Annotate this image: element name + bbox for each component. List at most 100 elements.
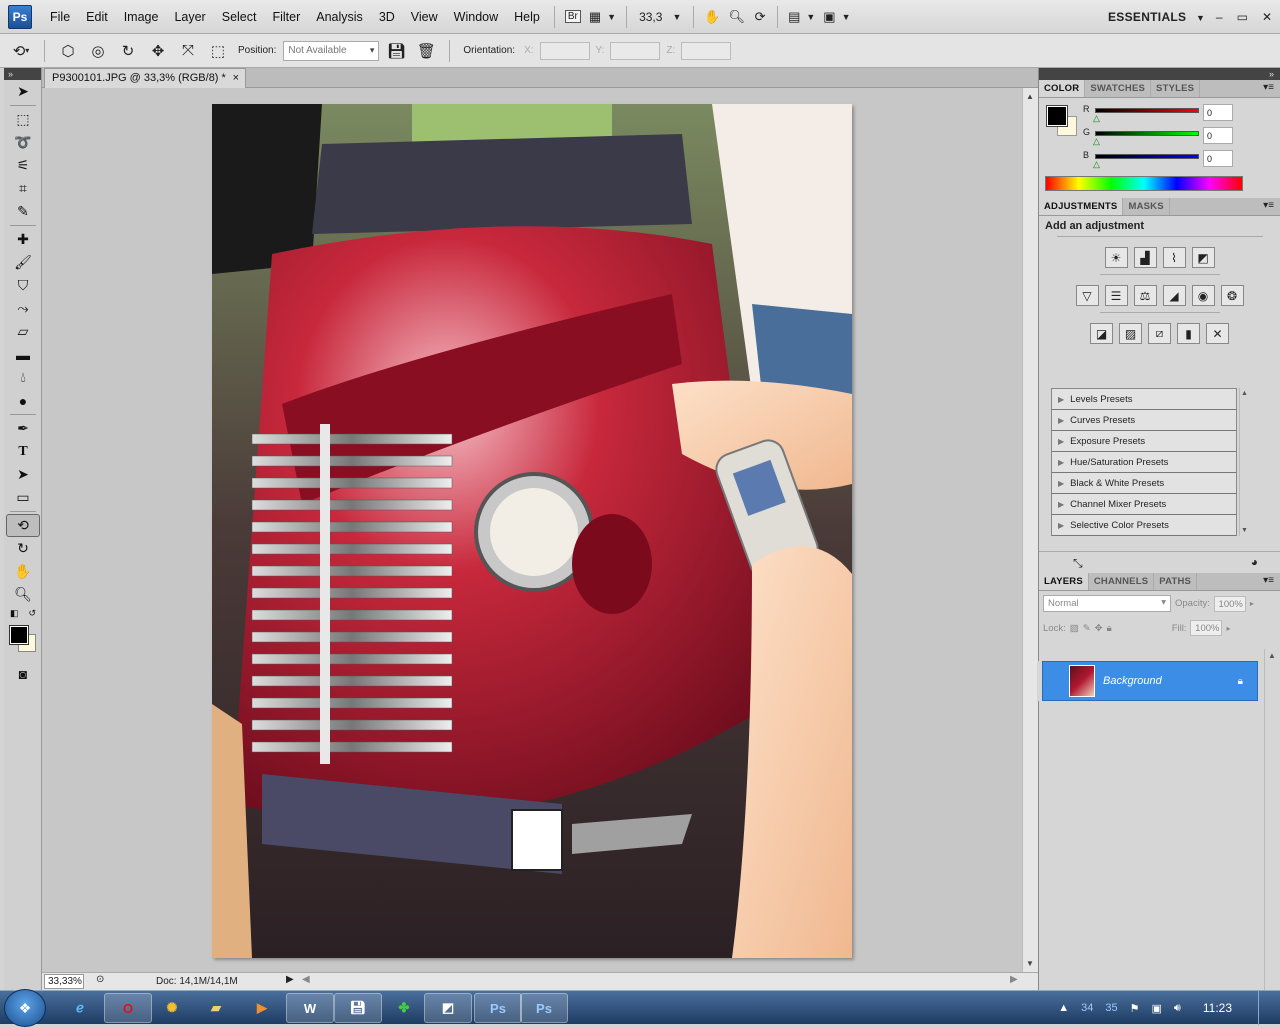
fill-arrow-icon[interactable]: ▸ [1226, 624, 1230, 633]
vibrance-icon[interactable]: ▽ [1075, 285, 1099, 306]
curves-icon[interactable]: ⌇ [1162, 247, 1186, 268]
crop-tool[interactable]: ⌗ [6, 177, 40, 200]
canvas-area[interactable] [42, 88, 1022, 972]
lock-transparency-icon[interactable]: ▨ [1070, 623, 1079, 634]
invert-icon[interactable]: ◪ [1090, 323, 1113, 344]
threshold-icon[interactable]: ⧄ [1148, 323, 1171, 344]
bridge-button[interactable]: Br [561, 6, 585, 28]
fill-field[interactable]: 100% [1190, 620, 1223, 636]
orientation-z-field[interactable] [681, 41, 732, 60]
restore-button[interactable]: ▭ [1237, 0, 1248, 34]
3d-orbit-tool[interactable]: ↻ [6, 537, 40, 560]
brightness-contrast-icon[interactable]: ☀ [1104, 247, 1128, 268]
brush-tool[interactable]: 🖌︎ [6, 251, 40, 274]
blue-value-field[interactable]: 0 [1203, 150, 1233, 167]
lock-all-icon[interactable]: 🔒︎ [1107, 623, 1112, 634]
gradient-map-icon[interactable]: ▮ [1177, 323, 1200, 344]
panel-menu-icon[interactable]: ▾≡ [1263, 200, 1274, 211]
menu-window[interactable]: Window [446, 0, 506, 34]
type-tool[interactable]: T [6, 440, 40, 463]
taskbar-explorer-icon[interactable]: ▰ [196, 993, 236, 1023]
lock-position-icon[interactable]: ✥ [1095, 623, 1103, 634]
dodge-tool[interactable]: ● [6, 389, 40, 412]
menu-image[interactable]: Image [116, 0, 167, 34]
3d-roll-button[interactable]: ◎ [85, 39, 111, 63]
tray-number[interactable]: 34 [1081, 1002, 1093, 1014]
foreground-color-swatch[interactable] [1046, 105, 1068, 127]
3d-drag-button[interactable]: ↻ [115, 39, 141, 63]
panel-menu-icon[interactable]: ▾≡ [1263, 82, 1274, 93]
tab-styles[interactable]: STYLES [1151, 80, 1201, 97]
scroll-left-icon[interactable]: ◀ [302, 974, 310, 985]
lasso-tool[interactable]: ➰ [6, 131, 40, 154]
taskbar-photoshop-icon-2[interactable]: Ps [520, 993, 568, 1023]
menu-filter[interactable]: Filter [264, 0, 308, 34]
3d-camera-button[interactable]: ⬚ [205, 39, 231, 63]
zoom-tool-button[interactable]: 🔍︎ [725, 6, 750, 28]
shape-tool[interactable]: ▭ [6, 486, 40, 509]
workspace-switcher[interactable]: ESSENTIALS ▼ [1108, 0, 1205, 35]
scroll-down-icon[interactable]: ▼ [1026, 959, 1034, 968]
minimize-button[interactable]: – [1216, 0, 1223, 34]
tray-expand-icon[interactable]: ▲ [1058, 1002, 1069, 1014]
taskbar-app-icon[interactable]: ◩ [424, 993, 472, 1023]
list-item[interactable]: ▶ Curves Presets [1052, 410, 1236, 431]
zoom-tool[interactable]: 🔍︎ [6, 583, 40, 606]
pen-tool[interactable]: ✒ [6, 417, 40, 440]
close-tab-icon[interactable]: × [233, 69, 239, 88]
slider-thumb-icon[interactable]: △ [1093, 113, 1100, 124]
list-item[interactable]: ▶ Black & White Presets [1052, 473, 1236, 494]
taskbar-opera-icon[interactable]: O [104, 993, 152, 1023]
photoshop-logo[interactable]: Ps [8, 4, 32, 29]
clock[interactable]: 11:23 [1203, 1001, 1232, 1015]
extras-menu-button[interactable]: ▦ ▼ [585, 6, 620, 28]
green-slider[interactable]: G △ 0 [1083, 127, 1273, 147]
list-item[interactable]: ▶ Channel Mixer Presets [1052, 494, 1236, 515]
tray-number[interactable]: 35 [1105, 1002, 1117, 1014]
tab-layers[interactable]: LAYERS [1039, 573, 1089, 590]
taskbar-chrome-icon[interactable]: ✺ [152, 993, 192, 1023]
3d-slide-button[interactable]: ✥ [145, 39, 171, 63]
slider-thumb-icon[interactable]: △ [1093, 136, 1100, 147]
path-selection-tool[interactable]: ➤ [6, 463, 40, 486]
visibility-toggle-icon[interactable]: ◕ [1251, 555, 1258, 569]
menu-help[interactable]: Help [506, 0, 548, 34]
zoom-status-field[interactable]: 33,33% [44, 974, 84, 989]
eyedropper-tool[interactable]: ✎ [6, 200, 40, 223]
quick-mask-button[interactable]: ◙ [6, 662, 40, 685]
screen-mode-button[interactable]: ▣ ▼ [819, 6, 854, 28]
show-desktop-button[interactable] [1258, 991, 1270, 1025]
levels-icon[interactable]: ▟ [1133, 247, 1157, 268]
menu-layer[interactable]: Layer [166, 0, 213, 34]
taskbar-clover-icon[interactable]: ✤ [384, 993, 424, 1023]
slider-thumb-icon[interactable]: △ [1093, 159, 1100, 170]
marquee-tool[interactable]: ⬚ [6, 108, 40, 131]
green-ramp[interactable] [1095, 131, 1199, 136]
menu-analysis[interactable]: Analysis [308, 0, 371, 34]
blue-ramp[interactable] [1095, 154, 1199, 159]
scroll-up-icon[interactable]: ▲ [1268, 651, 1276, 660]
hue-saturation-icon[interactable]: ☰ [1104, 285, 1128, 306]
tab-channels[interactable]: CHANNELS [1089, 573, 1155, 590]
quick-selection-tool[interactable]: ⚟ [6, 154, 40, 177]
tab-color[interactable]: COLOR [1039, 80, 1086, 97]
layer-row-background[interactable]: Background 🔒︎ [1042, 661, 1258, 701]
scroll-up-icon[interactable]: ▲ [1241, 390, 1248, 397]
layers-scrollbar[interactable]: ▲▼ [1264, 649, 1278, 1001]
list-item[interactable]: ▶ Selective Color Presets [1052, 515, 1236, 536]
color-balance-icon[interactable]: ⚖ [1133, 285, 1157, 306]
move-tool[interactable]: ➤ [6, 80, 40, 103]
green-value-field[interactable]: 0 [1203, 127, 1233, 144]
swap-colors-button[interactable]: ◧ ↺ [6, 606, 40, 620]
arrange-documents-button[interactable]: ▤ ▼ [784, 6, 819, 28]
lock-pixels-icon[interactable]: ✎ [1083, 623, 1091, 634]
vertical-scrollbar[interactable]: ▲ ▼ [1022, 88, 1038, 972]
list-item[interactable]: ▶ Exposure Presets [1052, 431, 1236, 452]
layer-name[interactable]: Background [1103, 675, 1238, 687]
presets-scrollbar[interactable]: ▲ ▼ [1239, 388, 1249, 536]
3d-scale-button[interactable]: ⤧ [175, 39, 201, 63]
tab-swatches[interactable]: SWATCHES [1085, 80, 1152, 97]
gradient-tool[interactable]: ▬ [6, 343, 40, 366]
red-slider[interactable]: R △ 0 [1083, 104, 1273, 124]
hand-tool-button[interactable]: ✋ [700, 6, 724, 28]
